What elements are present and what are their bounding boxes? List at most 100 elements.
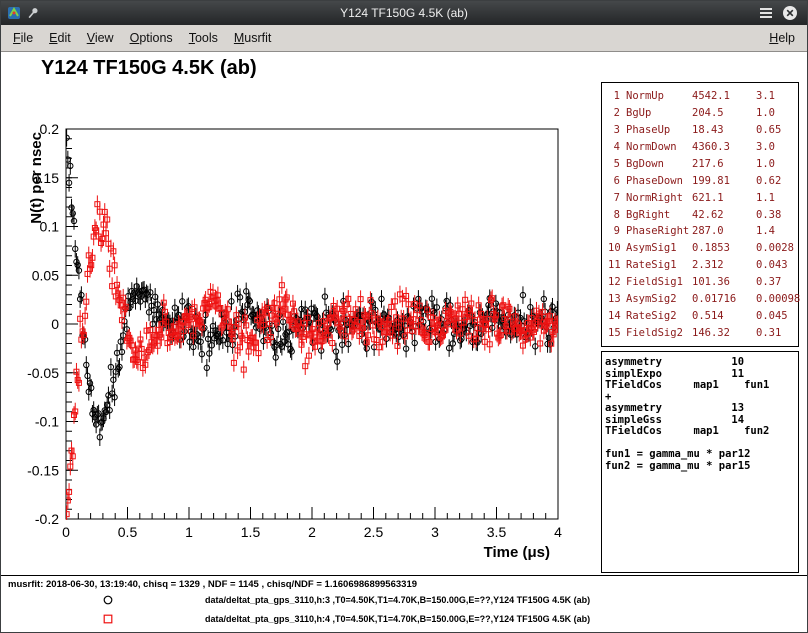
param-name: FieldSig2 [626, 327, 692, 339]
param-value: 0.1853 [692, 242, 756, 254]
legend-entry-2: data/deltat_pta_gps_3110,h:4 ,T0=4.50K,T… [1, 611, 807, 627]
legend-text-2: data/deltat_pta_gps_3110,h:4 ,T0=4.50K,T… [205, 614, 590, 624]
param-row: 1NormUp4542.13.1 [608, 90, 796, 102]
param-number: 13 [608, 293, 620, 305]
param-row: 10AsymSig10.18530.0028 [608, 242, 796, 254]
param-row: 4 NormDown4360.33.0 [608, 141, 796, 153]
param-error: 1.4 [756, 225, 796, 237]
root-canvas[interactable]: Y124 TF150G 4.5K (ab) 00.511.522.533.54-… [1, 52, 807, 632]
param-error: 0.0028 [756, 242, 796, 254]
param-value: 146.32 [692, 327, 756, 339]
menu-item-options[interactable]: Options [122, 27, 181, 49]
param-number: 4 [608, 141, 620, 153]
menu-item-edit[interactable]: Edit [41, 27, 79, 49]
param-number: 14 [608, 310, 620, 322]
theory-line: TFieldCos map1 fun1 [605, 380, 795, 392]
titlebar-left-icons [7, 6, 40, 20]
param-row: 2BgUp204.51.0 [608, 107, 796, 119]
param-name: AsymSig2 [626, 293, 692, 305]
param-name: PhaseRight [626, 225, 692, 237]
theory-line: fun1 = gamma_mu * par12 [605, 449, 795, 461]
data-series-2 [64, 195, 560, 523]
param-value: 621.1 [692, 192, 756, 204]
svg-text:0: 0 [51, 316, 59, 332]
param-error: 0.043 [756, 259, 796, 271]
svg-text:4: 4 [554, 524, 562, 540]
param-value: 217.6 [692, 158, 756, 170]
fit-info-line: musrfit: 2018-06-30, 13:19:40, chisq = 1… [8, 579, 417, 590]
menu-item-tools[interactable]: Tools [181, 27, 226, 49]
window-titlebar[interactable]: Y124 TF150G 4.5K (ab) [1, 1, 807, 25]
param-name: BgRight [626, 209, 692, 221]
svg-text:0.5: 0.5 [118, 524, 138, 540]
menu-item-file[interactable]: File [5, 27, 41, 49]
param-row: 14RateSig20.5140.045 [608, 310, 796, 322]
window-title: Y124 TF150G 4.5K (ab) [1, 1, 807, 25]
menu-item-view[interactable]: View [79, 27, 122, 49]
param-value: 101.36 [692, 276, 756, 288]
param-number: 11 [608, 259, 620, 271]
param-error: 0.00098 [756, 293, 800, 305]
menubar: FileEditViewOptionsToolsMusrfit Help [1, 25, 807, 52]
param-error: 1.1 [756, 192, 796, 204]
param-error: 0.62 [756, 175, 796, 187]
param-value: 4360.3 [692, 141, 756, 153]
param-row: 12 FieldSig1101.360.37 [608, 276, 796, 288]
param-error: 1.0 [756, 158, 796, 170]
param-row: 3PhaseUp18.430.65 [608, 124, 796, 136]
menu-item-musrfit[interactable]: Musrfit [226, 27, 280, 49]
svg-text:-0.2: -0.2 [35, 511, 59, 527]
theory-line: asymmetry 13 [605, 403, 795, 415]
svg-text:Time (μs): Time (μs) [484, 544, 550, 561]
fit-parameters-panel: 1NormUp4542.13.12BgUp204.51.03PhaseUp18.… [601, 82, 799, 347]
param-value: 287.0 [692, 225, 756, 237]
param-value: 0.01716 [692, 293, 756, 305]
legend-circle-marker-icon [101, 593, 115, 607]
param-error: 0.37 [756, 276, 796, 288]
param-number: 8 [608, 209, 620, 221]
param-number: 9 [608, 225, 620, 237]
svg-text:3: 3 [431, 524, 439, 540]
param-number: 2 [608, 107, 620, 119]
param-name: RateSig1 [626, 259, 692, 271]
param-number: 12 [608, 276, 620, 288]
window-close-button[interactable] [782, 5, 798, 21]
svg-text:1.5: 1.5 [241, 524, 261, 540]
app-icon [7, 6, 21, 20]
param-name: AsymSig1 [626, 242, 692, 254]
pushpin-icon[interactable] [26, 6, 40, 20]
param-row: 15FieldSig2146.320.31 [608, 327, 796, 339]
svg-text:N(t) per nsec: N(t) per nsec [28, 132, 45, 224]
menubar-items: FileEditViewOptionsToolsMusrfit [5, 27, 279, 49]
param-name: PhaseDown [626, 175, 692, 187]
theory-line: TFieldCos map1 fun2 [605, 426, 795, 438]
theory-panel: asymmetry 10simplExpo 11TFieldCos map1 f… [601, 351, 799, 573]
param-row: 8BgRight42.620.38 [608, 209, 796, 221]
param-number: 6 [608, 175, 620, 187]
param-error: 3.1 [756, 90, 796, 102]
param-name: NormRight [626, 192, 692, 204]
param-value: 204.5 [692, 107, 756, 119]
menu-item-help[interactable]: Help [761, 27, 803, 49]
param-error: 0.045 [756, 310, 796, 322]
param-row: 13AsymSig20.017160.00098 [608, 293, 796, 305]
param-row: 9 PhaseRight287.01.4 [608, 225, 796, 237]
param-name: NormDown [626, 141, 692, 153]
param-name: BgUp [626, 107, 692, 119]
param-name: NormUp [626, 90, 692, 102]
param-error: 0.65 [756, 124, 796, 136]
param-name: FieldSig1 [626, 276, 692, 288]
legend-text-1: data/deltat_pta_gps_3110,h:3 ,T0=4.50K,T… [205, 595, 590, 605]
param-value: 18.43 [692, 124, 756, 136]
svg-text:0.05: 0.05 [32, 267, 59, 283]
svg-text:3.5: 3.5 [487, 524, 507, 540]
param-row: 5BgDown217.61.0 [608, 158, 796, 170]
titlebar-right-icons [759, 5, 798, 21]
svg-text:-0.05: -0.05 [27, 365, 59, 381]
svg-text:2: 2 [308, 524, 316, 540]
param-number: 3 [608, 124, 620, 136]
param-row: 7NormRight621.11.1 [608, 192, 796, 204]
param-error: 3.0 [756, 141, 796, 153]
window-menu-icon[interactable] [759, 7, 773, 19]
legend-entry-1: data/deltat_pta_gps_3110,h:3 ,T0=4.50K,T… [1, 592, 807, 608]
